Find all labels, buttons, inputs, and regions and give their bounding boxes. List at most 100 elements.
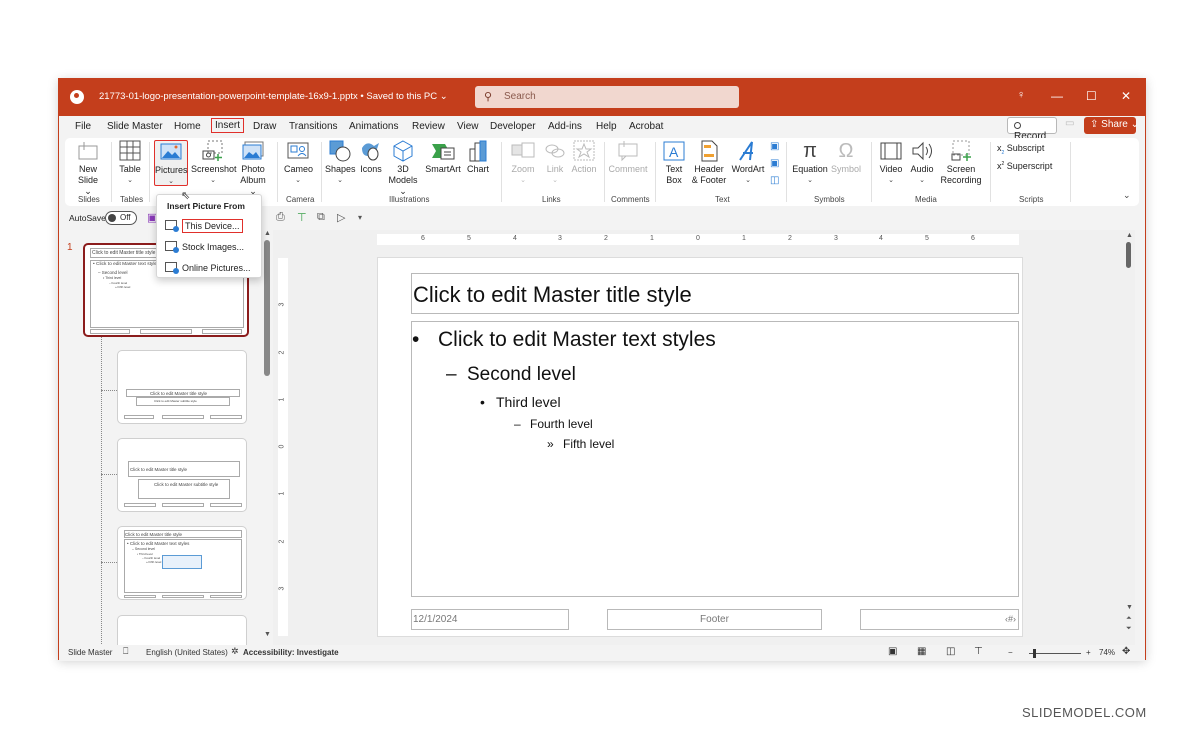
scroll-up-icon[interactable]: ▲ [1126,232,1133,239]
slide-canvas[interactable]: Click to edit Master title style • Click… [377,257,1023,637]
slideshow-icon[interactable]: ⊤ [974,646,983,657]
tab-insert[interactable]: Insert [211,118,245,133]
share-button[interactable]: ⇪ Share ⌄ [1084,117,1139,134]
fit-to-window-icon[interactable]: ✥ [1122,646,1130,657]
text-box-button[interactable]: A Text Box [662,140,686,186]
tab-home[interactable]: Home [174,121,201,132]
search-input[interactable]: ⚲ Search [475,86,739,108]
maximize-button[interactable]: ☐ [1086,89,1097,103]
scroll-up-icon[interactable]: ▲ [264,230,271,237]
customize-qat-icon[interactable]: ▾ [358,213,362,222]
superscript-button[interactable]: x2 Superscript [997,161,1052,171]
shapes-button[interactable]: Shapes ⌄ [325,140,356,186]
ruler-tick-label: 1 [742,235,746,242]
tab-slide-master[interactable]: Slide Master [107,121,163,132]
normal-view-icon[interactable]: ▣ [888,646,897,657]
table-button[interactable]: Table ⌄ [118,140,142,186]
collapse-ribbon-chevron-icon[interactable]: ⌄ [1123,190,1131,201]
tab-developer[interactable]: Developer [490,121,536,132]
thumbnail-layout-section[interactable]: Click to edit Master title style Click t… [117,438,247,512]
next-slide-icon[interactable]: ⏷ [1126,625,1132,633]
duplicate-icon[interactable]: ⧉ [317,211,325,224]
editor-scrollbar[interactable]: ▲ ▼ ⏶ ⏷ [1123,230,1135,645]
new-slide-button[interactable]: New Slide ⌄ [74,140,102,197]
comment-button[interactable]: Comment [608,140,648,175]
zoom-slider-thumb[interactable] [1033,649,1036,658]
scroll-down-icon[interactable]: ▼ [1126,604,1133,611]
document-title[interactable]: 21773-01-logo-presentation-powerpoint-te… [99,91,448,102]
subscript-button[interactable]: x2 Subscript [997,143,1044,156]
record-button[interactable]: Record [1007,117,1057,142]
body-placeholder[interactable]: • Click to edit Master text styles – Sec… [411,321,1019,597]
ribbon-tabs: File Slide Master Home Insert Draw Trans… [59,116,1145,142]
smartart-button[interactable]: SmartArt [425,140,461,175]
scrollbar-thumb[interactable] [264,240,270,376]
icons-button[interactable]: Icons [358,140,384,175]
date-placeholder[interactable]: 12/1/2024 [411,609,569,630]
action-button[interactable]: Action [571,140,597,175]
zoom-level[interactable]: 74% [1099,648,1115,657]
comment-slide-icon[interactable]: ▷ [337,211,345,224]
smartart-icon [431,140,455,162]
present-icon[interactable]: ⊤ [297,211,307,224]
tab-draw[interactable]: Draw [253,121,276,132]
tab-acrobat[interactable]: Acrobat [629,121,663,132]
3d-models-button[interactable]: 3D Models ⌄ [388,140,418,197]
comments-icon[interactable]: ▭ [1065,118,1079,132]
thumbnail-layout-content[interactable]: Click to edit Master title style • Click… [117,526,247,600]
zoom-in-button[interactable]: + [1086,648,1091,657]
language-status[interactable]: English (United States) [146,648,228,657]
thumbnail-scrollbar[interactable]: ▲ ▼ [262,230,272,640]
header-footer-button[interactable]: Header & Footer [691,140,727,186]
tab-add-ins[interactable]: Add-ins [548,121,582,132]
zoom-button[interactable]: Zoom ⌄ [509,140,537,186]
menu-item-online-pictures[interactable]: Online Pictures... [165,262,251,274]
screen-recording-button[interactable]: Screen Recording [939,140,983,186]
lightbulb-icon[interactable]: ♀ [1017,89,1025,101]
notes-icon[interactable]: ⎕ [123,646,128,657]
accessibility-status[interactable]: Accessibility: Investigate [243,648,339,657]
pictures-button[interactable]: Pictures ⌄ [154,140,188,186]
slide-sorter-icon[interactable]: ▦ [917,646,926,657]
screenshot-button[interactable]: Screenshot ⌄ [191,140,237,186]
close-button[interactable]: ✕ [1121,89,1131,103]
tab-help[interactable]: Help [596,121,617,132]
slide-number-icon[interactable]: ▣ [770,158,779,169]
tab-transitions[interactable]: Transitions [289,121,338,132]
link-button[interactable]: Link ⌄ [543,140,567,186]
ruler-tick-label: 4 [879,235,883,242]
menu-item-stock-images[interactable]: Stock Images... [165,241,244,253]
tab-view[interactable]: View [457,121,479,132]
slide-number-placeholder[interactable]: ‹#› [860,609,1019,630]
chart-button[interactable]: Chart [465,140,491,175]
audio-button[interactable]: Audio ⌄ [908,140,936,186]
zoom-out-button[interactable]: − [1008,648,1013,657]
tab-file[interactable]: File [75,121,91,132]
wordart-button[interactable]: WordArt ⌄ [731,140,765,186]
reading-view-icon[interactable]: ◫ [946,646,955,657]
symbol-button[interactable]: Ω Symbol [829,140,863,175]
scroll-down-icon[interactable]: ▼ [264,631,271,638]
autosave-label: AutoSave [69,213,106,223]
tab-animations[interactable]: Animations [349,121,398,132]
zoom-slider[interactable] [1029,653,1081,654]
object-icon[interactable]: ◫ [770,175,779,186]
print-icon[interactable]: ⎙ [276,211,285,224]
minimize-button[interactable]: — [1051,89,1063,103]
previous-slide-icon[interactable]: ⏶ [1126,615,1132,623]
cameo-button[interactable]: Cameo ⌄ [284,140,313,186]
ruler-tick-label: 2 [604,235,608,242]
video-button[interactable]: Video ⌄ [877,140,905,186]
thumbnail-layout-title[interactable]: Click to edit Master title style Click t… [117,350,247,424]
footer-placeholder[interactable]: Footer [607,609,822,630]
autosave-toggle[interactable]: Off [105,211,137,225]
title-placeholder[interactable]: Click to edit Master title style [411,273,1019,314]
new-comment-icon [616,140,640,162]
date-time-icon[interactable]: ▣ [770,141,779,152]
scrollbar-thumb[interactable] [1126,242,1131,268]
equation-button[interactable]: π Equation ⌄ [791,140,829,186]
tab-review[interactable]: Review [412,121,445,132]
menu-item-this-device[interactable]: This Device... [165,219,243,233]
photo-album-button[interactable]: Photo Album ⌄ [237,140,269,197]
ruler-tick-label: 2 [788,235,792,242]
